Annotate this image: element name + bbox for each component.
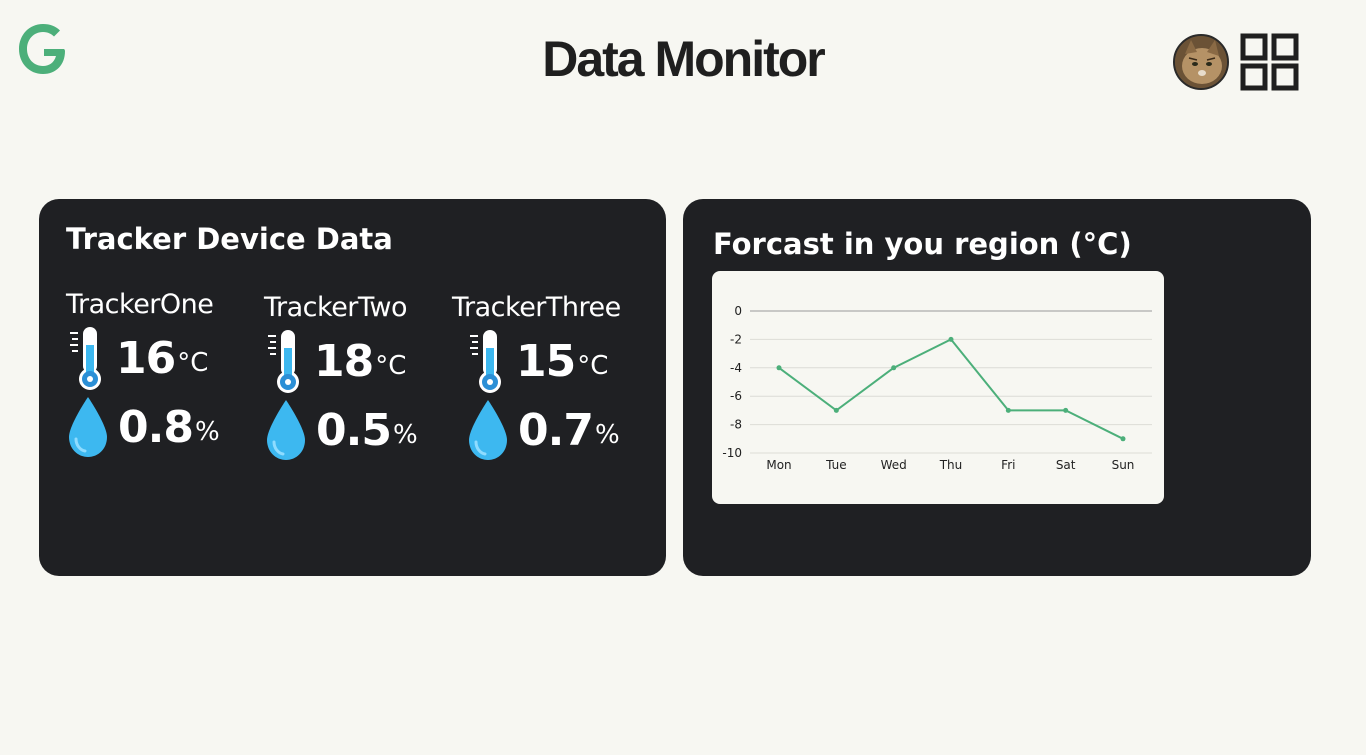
temperature-value: 15: [516, 335, 576, 387]
water-drop-icon: [469, 400, 507, 460]
temperature-unit: °C: [375, 351, 407, 381]
x-tick-label: Thu: [939, 458, 963, 472]
tracker-card-two[interactable]: TrackerTwo 18 °C 0.5 %: [264, 292, 454, 460]
humidity-value: 0.8: [118, 401, 194, 453]
tracker-panel-title: Tracker Device Data: [66, 222, 393, 256]
tracker-card-three[interactable]: TrackerThree 15 °C 0.7 %: [452, 292, 642, 460]
forecast-chart: 0 -2 -4 -6 -8 -10 Mon Tue Wed Thu Fri Sat Sun: [712, 271, 1164, 504]
humidity-reading: 0.7 %: [452, 398, 620, 462]
forecast-panel-title: Forcast in you region (°C): [713, 227, 1132, 261]
data-point: [1120, 436, 1126, 442]
user-avatar[interactable]: [1173, 34, 1229, 90]
x-tick-label: Sun: [1112, 458, 1135, 472]
data-point: [1005, 407, 1011, 413]
water-drop-icon: [267, 400, 305, 460]
cat-avatar-icon: [1175, 36, 1227, 88]
humidity-value: 0.5: [316, 404, 392, 456]
thermometer-icon: [268, 330, 299, 393]
data-point: [891, 365, 897, 371]
page-title: Data Monitor: [542, 31, 826, 87]
series-line: [778, 338, 1124, 440]
temperature-value: 16: [116, 332, 176, 384]
x-tick-label: Mon: [766, 458, 791, 472]
tracker-name: TrackerThree: [452, 292, 621, 323]
tracker-device-panel: Tracker Device Data TrackerOne 16 °C 0.8…: [39, 199, 666, 576]
grid-menu-icon[interactable]: [1240, 33, 1300, 91]
data-point: [1063, 407, 1069, 413]
temperature-unit: °C: [177, 348, 209, 378]
humidity-unit: %: [194, 417, 220, 447]
data-point: [833, 407, 839, 413]
x-tick-label: Sat: [1056, 458, 1076, 472]
data-point: [948, 336, 954, 342]
x-tick-label: Fri: [1001, 458, 1015, 472]
y-tick-label: -8: [730, 418, 742, 432]
humidity-value: 0.7: [518, 404, 594, 456]
y-tick-label: 0: [734, 304, 742, 318]
thermometer-icon: [70, 327, 101, 390]
tracker-card-one[interactable]: TrackerOne 16 °C 0.8 %: [66, 289, 256, 457]
x-tick-label: Wed: [881, 458, 907, 472]
thermometer-icon: [470, 330, 501, 393]
temperature-value: 18: [314, 335, 374, 387]
temperature-reading: 15 °C: [452, 328, 608, 394]
humidity-unit: %: [594, 420, 620, 450]
humidity-reading: 0.5 %: [264, 398, 418, 462]
humidity-reading: 0.8 %: [66, 395, 220, 459]
humidity-unit: %: [392, 420, 418, 450]
temperature-reading: 16 °C: [66, 325, 208, 391]
y-tick-label: -2: [730, 332, 742, 346]
temperature-reading: 18 °C: [264, 328, 406, 394]
temperature-unit: °C: [577, 351, 609, 381]
y-tick-label: -6: [730, 389, 742, 403]
water-drop-icon: [69, 397, 107, 457]
y-tick-label: -10: [722, 446, 742, 460]
forecast-line-chart: 0 -2 -4 -6 -8 -10 Mon Tue Wed Thu Fri Sat Sun: [722, 304, 1152, 472]
y-tick-label: -4: [730, 361, 742, 375]
data-point: [776, 365, 782, 371]
x-tick-label: Tue: [825, 458, 847, 472]
tracker-name: TrackerTwo: [264, 292, 408, 323]
forecast-panel: Forcast in you region (°C) 0 -2 -4 -6 -8 -10 M…: [683, 199, 1311, 576]
tracker-name: TrackerOne: [66, 289, 214, 320]
